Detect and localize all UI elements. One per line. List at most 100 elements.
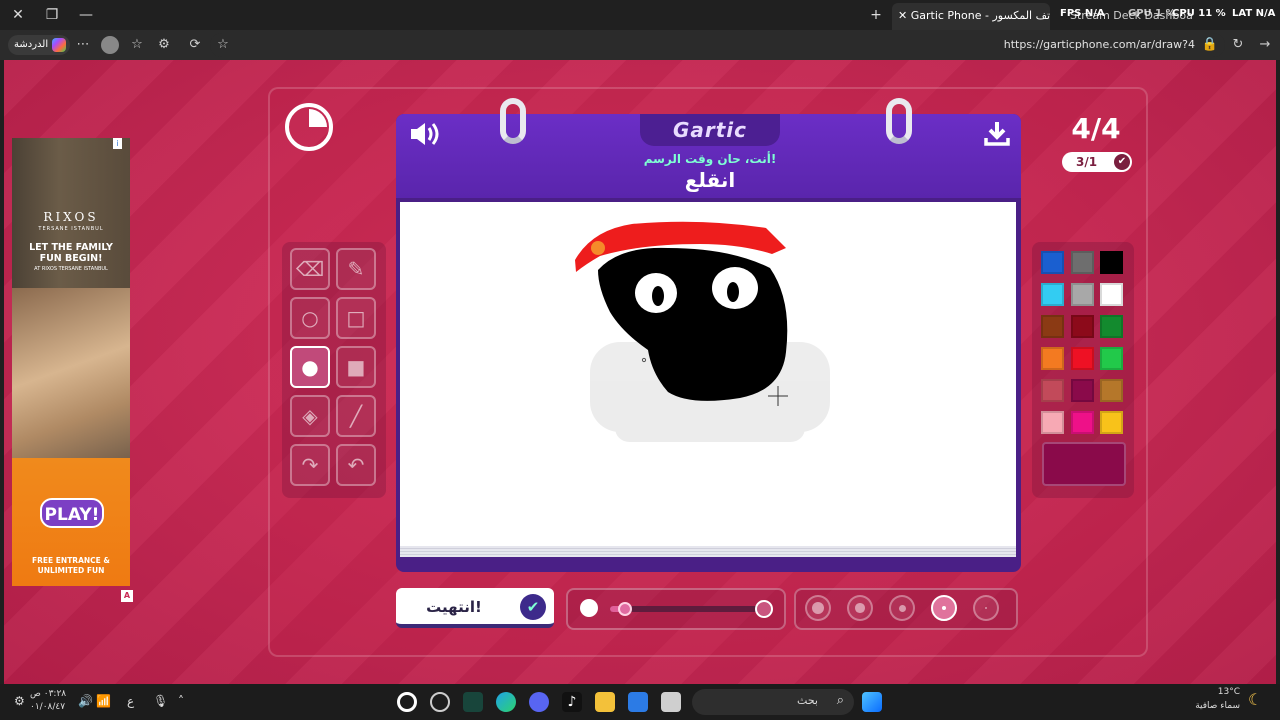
color-swatch[interactable] xyxy=(1041,379,1064,402)
performance-icon[interactable]: ⟳ xyxy=(186,36,204,54)
tool-rectangle-filled-button[interactable]: ■ xyxy=(336,346,376,388)
address-bar[interactable]: ☆ https://garticphone.com/ar/draw?4 🔒 xyxy=(210,33,1225,57)
color-swatch[interactable] xyxy=(1070,379,1094,402)
opacity-slider[interactable] xyxy=(610,606,760,612)
drawing-svg xyxy=(575,221,830,442)
cpu-value: 11 % xyxy=(1198,8,1226,19)
file-explorer-icon[interactable] xyxy=(595,692,615,712)
volume-icon[interactable]: 🔊 xyxy=(78,694,93,708)
language-indicator[interactable]: ع xyxy=(127,694,134,708)
refresh-icon[interactable]: ↻ xyxy=(1229,36,1247,54)
add-favorite-icon[interactable]: ☆ xyxy=(214,36,232,54)
color-swatch[interactable] xyxy=(1041,347,1064,370)
line-icon: ╱ xyxy=(349,404,363,428)
color-swatch[interactable] xyxy=(1070,411,1094,434)
forward-icon[interactable]: → xyxy=(1256,36,1274,54)
redo-icon: ↷ xyxy=(301,453,319,477)
restore-window-icon[interactable]: ❐ xyxy=(42,5,62,25)
ellipse-filled-icon: ● xyxy=(301,355,319,379)
color-swatch[interactable] xyxy=(1100,411,1123,434)
brush-size-option[interactable] xyxy=(889,595,915,621)
color-swatch[interactable] xyxy=(1070,251,1094,274)
mic-icon[interactable]: 🎙 xyxy=(153,694,168,708)
sound-icon[interactable] xyxy=(408,120,444,150)
tab-label: Gartic Phone - لعبة الهاتف المكسور xyxy=(910,9,1050,22)
ad-banner[interactable]: RIXOS TERSANE ISTANBUL LET THE FAMILY FU… xyxy=(12,138,130,586)
tab-close-icon[interactable]: ✕ xyxy=(898,9,911,22)
brush-size-option[interactable] xyxy=(973,595,999,621)
timer-icon xyxy=(285,103,333,151)
edge-app-icon[interactable] xyxy=(496,692,516,712)
new-tab-icon[interactable]: + xyxy=(866,5,886,25)
download-icon[interactable] xyxy=(982,120,1012,150)
tool-line-button[interactable]: ╱ xyxy=(336,395,376,437)
pencil-icon: ✎ xyxy=(347,257,365,281)
app-icon-grey[interactable] xyxy=(661,692,681,712)
gpu-readout: GPU 1 % xyxy=(1128,8,1176,19)
tool-bucket-button[interactable]: ◈ xyxy=(290,395,330,437)
players-done-badge: 3/1 ✔ xyxy=(1062,152,1132,172)
opacity-slider-handle[interactable] xyxy=(618,602,632,616)
rectangle-outline-icon: □ xyxy=(346,306,366,330)
brush-size-option[interactable] xyxy=(931,595,957,621)
tool-undo-button[interactable]: ↶ xyxy=(336,444,376,486)
ad-info-icon[interactable]: i xyxy=(113,138,122,149)
color-swatch[interactable] xyxy=(1070,283,1094,306)
terminal-app-icon[interactable] xyxy=(463,692,483,712)
undo-icon: ↶ xyxy=(347,453,365,477)
obs-app-icon[interactable] xyxy=(397,692,417,712)
cpu-readout: CPU 11 % xyxy=(1172,8,1226,19)
browser-titlebar: ✕ ❐ — + ✕ Gartic Phone - لعبة الهاتف الم… xyxy=(0,0,1280,30)
app-icon[interactable] xyxy=(430,692,450,712)
color-swatch[interactable] xyxy=(1070,347,1094,370)
color-swatch[interactable] xyxy=(1041,251,1064,274)
tool-ellipse-outline-button[interactable]: ○ xyxy=(290,297,330,339)
round-counter: 4/4 xyxy=(1071,112,1121,145)
tab-gartic[interactable]: ✕ Gartic Phone - لعبة الهاتف المكسور xyxy=(892,3,1050,30)
color-swatch[interactable] xyxy=(1100,315,1123,338)
tool-pencil-button[interactable]: ✎ xyxy=(336,248,376,290)
tool-eraser-button[interactable]: ⌫ xyxy=(290,248,330,290)
brush-size-option[interactable] xyxy=(805,595,831,621)
ad-choices-icon[interactable]: A xyxy=(121,590,133,602)
color-swatch[interactable] xyxy=(1041,411,1064,434)
done-check-icon: ✔ xyxy=(520,594,546,620)
tool-redo-button[interactable]: ↷ xyxy=(290,444,330,486)
start-icon[interactable] xyxy=(862,692,882,712)
discord-app-icon[interactable] xyxy=(529,692,549,712)
taskbar-search[interactable]: بحث ⌕ xyxy=(692,689,854,715)
wifi-icon[interactable]: 📶 xyxy=(96,694,111,708)
app-icon-blue[interactable] xyxy=(628,692,648,712)
bucket-icon: ◈ xyxy=(302,404,318,428)
gartic-logo: Gartic xyxy=(672,118,748,142)
minimize-window-icon[interactable]: — xyxy=(76,5,96,25)
tray-expand-icon[interactable]: ˄ xyxy=(178,694,184,708)
brush-size-dot xyxy=(898,604,906,612)
color-swatch[interactable] xyxy=(1100,283,1123,306)
fps-label: FPS xyxy=(1060,8,1082,19)
tool-rectangle-outline-button[interactable]: □ xyxy=(336,297,376,339)
profile-icon[interactable] xyxy=(101,36,119,54)
chat-button[interactable]: الدردشة xyxy=(8,35,71,55)
tiktok-app-icon[interactable]: ♪ xyxy=(562,692,582,712)
color-swatch[interactable] xyxy=(1100,347,1123,370)
current-color-swatch[interactable] xyxy=(1042,442,1126,486)
brush-size-option[interactable] xyxy=(847,595,873,621)
color-swatch[interactable] xyxy=(1070,315,1094,338)
color-swatch[interactable] xyxy=(1100,379,1123,402)
clock[interactable]: ٠٣:٢٨ ص ٠١/٠٨/٤٧ xyxy=(30,688,70,714)
settings-icon[interactable]: ⚙ xyxy=(14,694,25,708)
color-swatch[interactable] xyxy=(1100,251,1123,274)
drawn-pupil-left xyxy=(652,286,664,306)
more-icon[interactable]: ⋯ xyxy=(74,36,92,54)
opacity-min-icon xyxy=(580,599,598,617)
color-swatch[interactable] xyxy=(1041,315,1064,338)
close-window-icon[interactable]: ✕ xyxy=(8,5,28,25)
drawing-canvas[interactable] xyxy=(400,202,1016,546)
tool-ellipse-filled-button[interactable]: ● xyxy=(290,346,330,388)
done-button[interactable]: انتهيت! ✔ xyxy=(396,588,554,628)
gpu-label: GPU xyxy=(1128,8,1152,19)
extensions-icon[interactable]: ⚙ xyxy=(155,36,173,54)
color-swatch[interactable] xyxy=(1041,283,1064,306)
favorites-icon[interactable]: ☆ xyxy=(128,36,146,54)
